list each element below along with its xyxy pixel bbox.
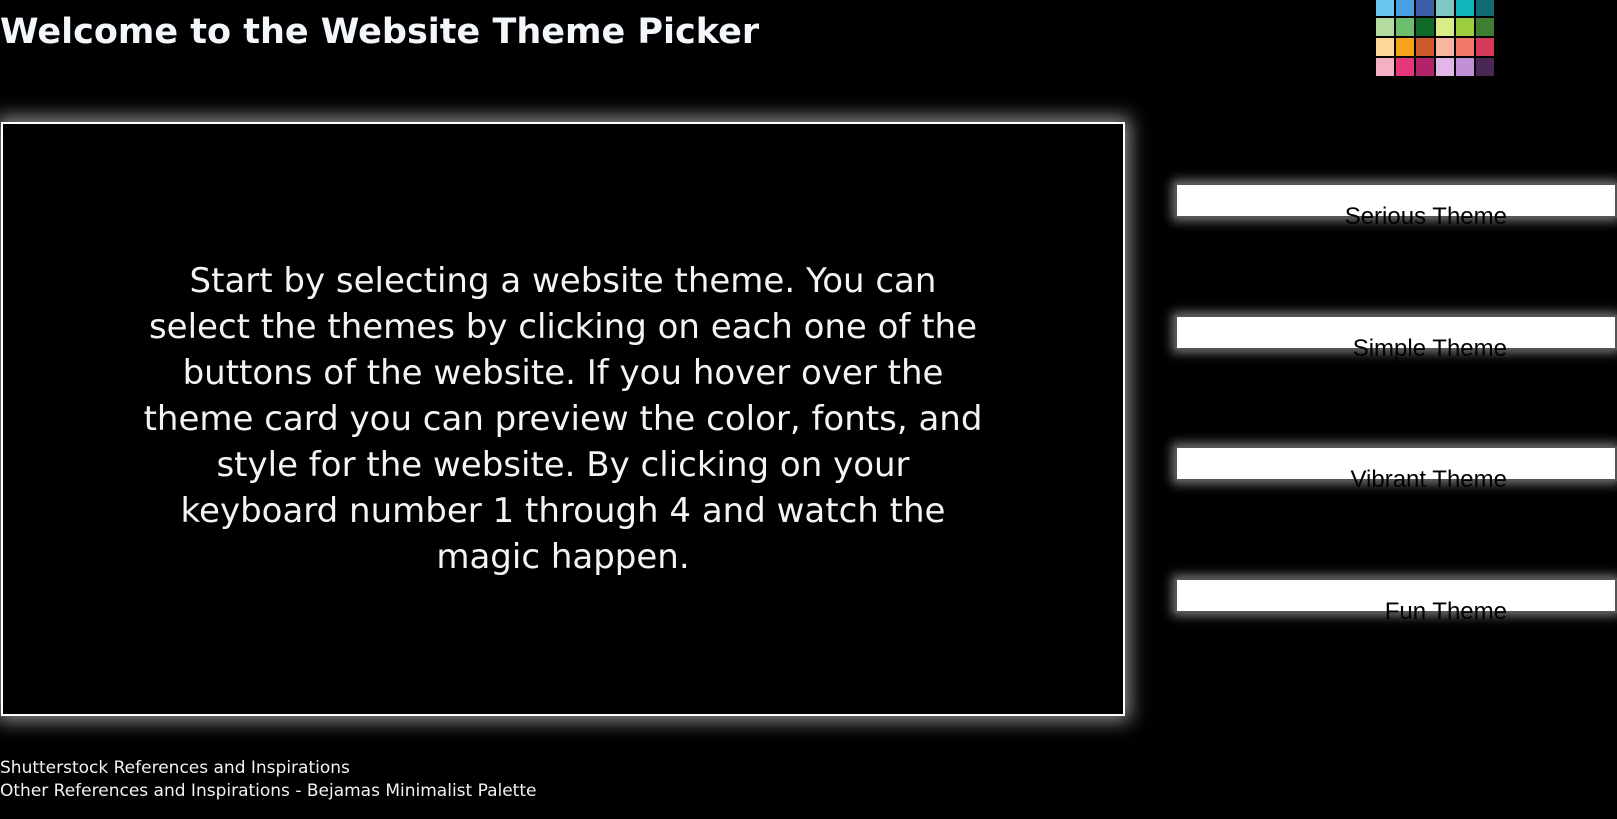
fun-theme-label: Fun Theme	[1384, 597, 1507, 625]
palette-swatch	[1396, 18, 1414, 36]
palette-swatch	[1476, 58, 1494, 76]
vibrant-theme-button[interactable]: Vibrant Theme	[1175, 446, 1617, 493]
palette-swatch	[1436, 0, 1454, 16]
palette-swatch	[1476, 0, 1494, 16]
palette-swatch	[1376, 18, 1394, 36]
simple-theme-button[interactable]: Simple Theme	[1175, 315, 1617, 362]
simple-theme-label: Simple Theme	[1352, 334, 1507, 362]
palette-swatch	[1396, 58, 1414, 76]
serious-theme-button[interactable]: Serious Theme	[1175, 183, 1617, 230]
palette-swatch	[1376, 38, 1394, 56]
palette-swatch	[1416, 0, 1434, 16]
palette-swatch	[1436, 38, 1454, 56]
references-section: Shutterstock References and Inspirations…	[0, 757, 536, 803]
palette-swatch	[1396, 0, 1414, 16]
palette-swatch	[1456, 18, 1474, 36]
serious-theme-label: Serious Theme	[1344, 202, 1507, 230]
palette-swatch	[1376, 58, 1394, 76]
palette-swatch	[1456, 38, 1474, 56]
palette-swatch	[1476, 38, 1494, 56]
palette-swatch	[1436, 18, 1454, 36]
intro-card: Start by selecting a website theme. You …	[1, 122, 1125, 716]
page-title: Welcome to the Website Theme Picker	[0, 12, 760, 52]
palette-swatch	[1416, 58, 1434, 76]
palette-swatch	[1396, 38, 1414, 56]
page: Welcome to the Website Theme Picker Star…	[0, 0, 1617, 819]
vibrant-theme-label: Vibrant Theme	[1350, 465, 1507, 493]
palette-swatch	[1476, 18, 1494, 36]
bejamas-palette-link[interactable]: Other References and Inspirations - Beja…	[0, 780, 536, 803]
intro-text: Start by selecting a website theme. You …	[143, 261, 983, 577]
palette-swatch	[1436, 58, 1454, 76]
palette-swatch	[1456, 0, 1474, 16]
palette-swatch	[1416, 18, 1434, 36]
shutterstock-references-link[interactable]: Shutterstock References and Inspirations	[0, 757, 536, 780]
palette-swatch	[1376, 0, 1394, 16]
palette-swatch	[1456, 58, 1474, 76]
color-palette-image	[1376, 0, 1494, 76]
fun-theme-button[interactable]: Fun Theme	[1175, 578, 1617, 625]
palette-swatch	[1416, 38, 1434, 56]
